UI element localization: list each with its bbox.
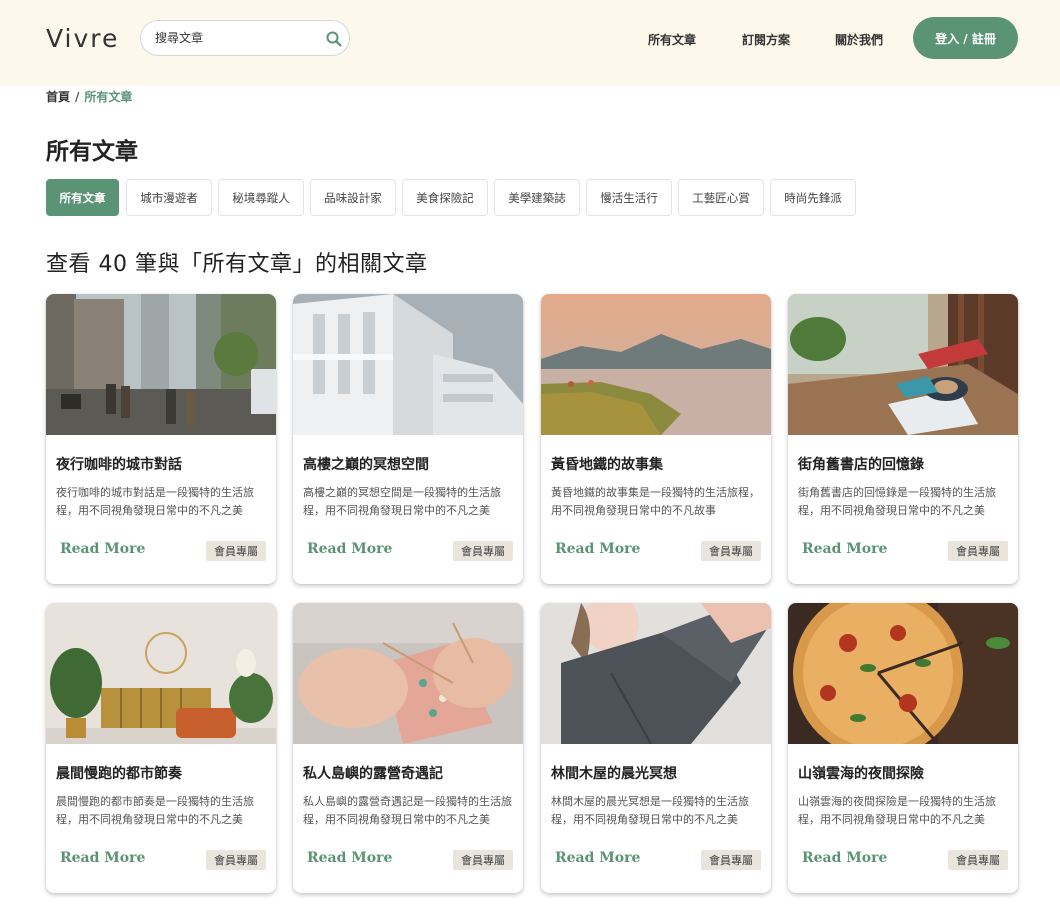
card-image-lake-camping[interactable] xyxy=(541,294,771,435)
card-title[interactable]: 夜行咖啡的城市對話 xyxy=(56,454,266,474)
breadcrumb: 首頁 / 所有文章 xyxy=(46,88,132,105)
read-more-link[interactable]: Read More xyxy=(307,541,392,557)
article-card[interactable]: 山嶺雲海的夜間探險 山嶺雲海的夜間探險是一段獨特的生活旅程，用不同視角發現日常中… xyxy=(788,603,1018,893)
card-excerpt: 黃昏地鐵的故事集是一段獨特的生活旅程，用不同視角發現日常中的不凡故事 xyxy=(551,486,760,517)
article-card[interactable]: 林間木屋的晨光冥想 林間木屋的晨光冥想是一段獨特的生活旅程，用不同視角發現日常中… xyxy=(541,603,771,893)
card-excerpt: 高樓之巔的冥想空間是一段獨特的生活旅程，用不同視角發現日常中的不凡之美 xyxy=(303,486,501,517)
tab-all-articles[interactable]: 所有文章 xyxy=(46,179,119,216)
breadcrumb-current: 所有文章 xyxy=(84,90,133,104)
page-title: 所有文章 xyxy=(46,138,138,165)
members-only-badge: 會員專屬 xyxy=(453,541,513,561)
login-button[interactable]: 登入 / 註冊 xyxy=(913,17,1018,59)
read-more-link[interactable]: Read More xyxy=(555,541,640,557)
breadcrumb-home[interactable]: 首頁 xyxy=(46,90,70,104)
search-icon[interactable] xyxy=(325,30,343,48)
read-more-link[interactable]: Read More xyxy=(60,541,145,557)
read-more-link[interactable]: Read More xyxy=(307,850,392,866)
card-image-white-building[interactable] xyxy=(293,294,523,435)
read-more-link[interactable]: Read More xyxy=(802,850,887,866)
members-only-badge: 會員專屬 xyxy=(206,850,266,870)
read-more-link[interactable]: Read More xyxy=(802,541,887,557)
tab-taste-designer[interactable]: 品味設計家 xyxy=(310,179,396,216)
members-only-badge: 會員專屬 xyxy=(453,850,513,870)
article-card[interactable]: 高樓之巔的冥想空間 高樓之巔的冥想空間是一段獨特的生活旅程，用不同視角發現日常中… xyxy=(293,294,523,584)
card-image-pizza[interactable] xyxy=(788,603,1018,744)
tab-craftsmanship[interactable]: 工藝匠心賞 xyxy=(678,179,764,216)
read-more-link[interactable]: Read More xyxy=(60,850,145,866)
article-card[interactable]: 夜行咖啡的城市對話 夜行咖啡的城市對話是一段獨特的生活旅程，用不同視角發現日常中… xyxy=(46,294,276,584)
card-title[interactable]: 高樓之巔的冥想空間 xyxy=(303,454,513,474)
members-only-badge: 會員專屬 xyxy=(701,850,761,870)
card-excerpt: 私人島嶼的露營奇遇記是一段獨特的生活旅程，用不同視角發現日常中的不凡之美 xyxy=(303,795,512,826)
members-only-badge: 會員專屬 xyxy=(701,541,761,561)
article-card[interactable]: 街角舊書店的回憶錄 街角舊書店的回憶錄是一段獨特的生活旅程，用不同視角發現日常中… xyxy=(788,294,1018,584)
members-only-badge: 會員專屬 xyxy=(948,541,1008,561)
tab-secret-explorer[interactable]: 秘境尋蹤人 xyxy=(218,179,304,216)
card-title[interactable]: 晨間慢跑的都市節奏 xyxy=(56,763,266,783)
tab-city-wanderer[interactable]: 城市漫遊者 xyxy=(126,179,212,216)
search-input[interactable] xyxy=(155,28,315,48)
tab-slow-living[interactable]: 慢活生活行 xyxy=(586,179,672,216)
nav-all-articles[interactable]: 所有文章 xyxy=(648,31,696,48)
card-excerpt: 街角舊書店的回憶錄是一段獨特的生活旅程，用不同視角發現日常中的不凡之美 xyxy=(798,486,996,517)
card-title[interactable]: 街角舊書店的回憶錄 xyxy=(798,454,1008,474)
card-title[interactable]: 私人島嶼的露營奇遇記 xyxy=(303,763,513,783)
tab-architecture[interactable]: 美學建築誌 xyxy=(494,179,580,216)
article-card[interactable]: 黃昏地鐵的故事集 黃昏地鐵的故事集是一段獨特的生活旅程，用不同視角發現日常中的不… xyxy=(541,294,771,584)
members-only-badge: 會員專屬 xyxy=(206,541,266,561)
nav-subscription[interactable]: 訂閱方案 xyxy=(742,31,790,48)
article-card[interactable]: 私人島嶼的露營奇遇記 私人島嶼的露營奇遇記是一段獨特的生活旅程，用不同視角發現日… xyxy=(293,603,523,893)
card-excerpt: 林間木屋的晨光冥想是一段獨特的生活旅程，用不同視角發現日常中的不凡之美 xyxy=(551,795,749,826)
article-card[interactable]: 晨間慢跑的都市節奏 晨間慢跑的都市節奏是一段獨特的生活旅程，用不同視角發現日常中… xyxy=(46,603,276,893)
card-excerpt: 山嶺雲海的夜間探險是一段獨特的生活旅程，用不同視角發現日常中的不凡之美 xyxy=(798,795,996,826)
card-image-cafe-table[interactable] xyxy=(788,294,1018,435)
card-title[interactable]: 山嶺雲海的夜間探險 xyxy=(798,763,1008,783)
nav-about[interactable]: 關於我們 xyxy=(835,31,883,48)
card-image-city-street[interactable] xyxy=(46,294,276,435)
search-box xyxy=(140,20,350,56)
tab-fashion[interactable]: 時尚先鋒派 xyxy=(770,179,856,216)
card-excerpt: 夜行咖啡的城市對話是一段獨特的生活旅程，用不同視角發現日常中的不凡之美 xyxy=(56,486,254,517)
card-excerpt: 晨間慢跑的都市節奏是一段獨特的生活旅程，用不同視角發現日常中的不凡之美 xyxy=(56,795,254,826)
card-image-living-room[interactable] xyxy=(46,603,276,744)
read-more-link[interactable]: Read More xyxy=(555,850,640,866)
card-title[interactable]: 黃昏地鐵的故事集 xyxy=(551,454,761,474)
card-image-woman-shirt[interactable] xyxy=(541,603,771,744)
site-logo[interactable]: Vivre xyxy=(46,24,119,53)
tab-food-adventure[interactable]: 美食探險記 xyxy=(402,179,488,216)
results-heading: 查看 40 筆與「所有文章」的相關文章 xyxy=(46,252,428,277)
card-image-knitting[interactable] xyxy=(293,603,523,744)
members-only-badge: 會員專屬 xyxy=(948,850,1008,870)
card-title[interactable]: 林間木屋的晨光冥想 xyxy=(551,763,761,783)
breadcrumb-separator: / xyxy=(75,90,80,104)
site-header: Vivre 所有文章 訂閱方案 關於我們 登入 / 註冊 xyxy=(0,0,1060,86)
